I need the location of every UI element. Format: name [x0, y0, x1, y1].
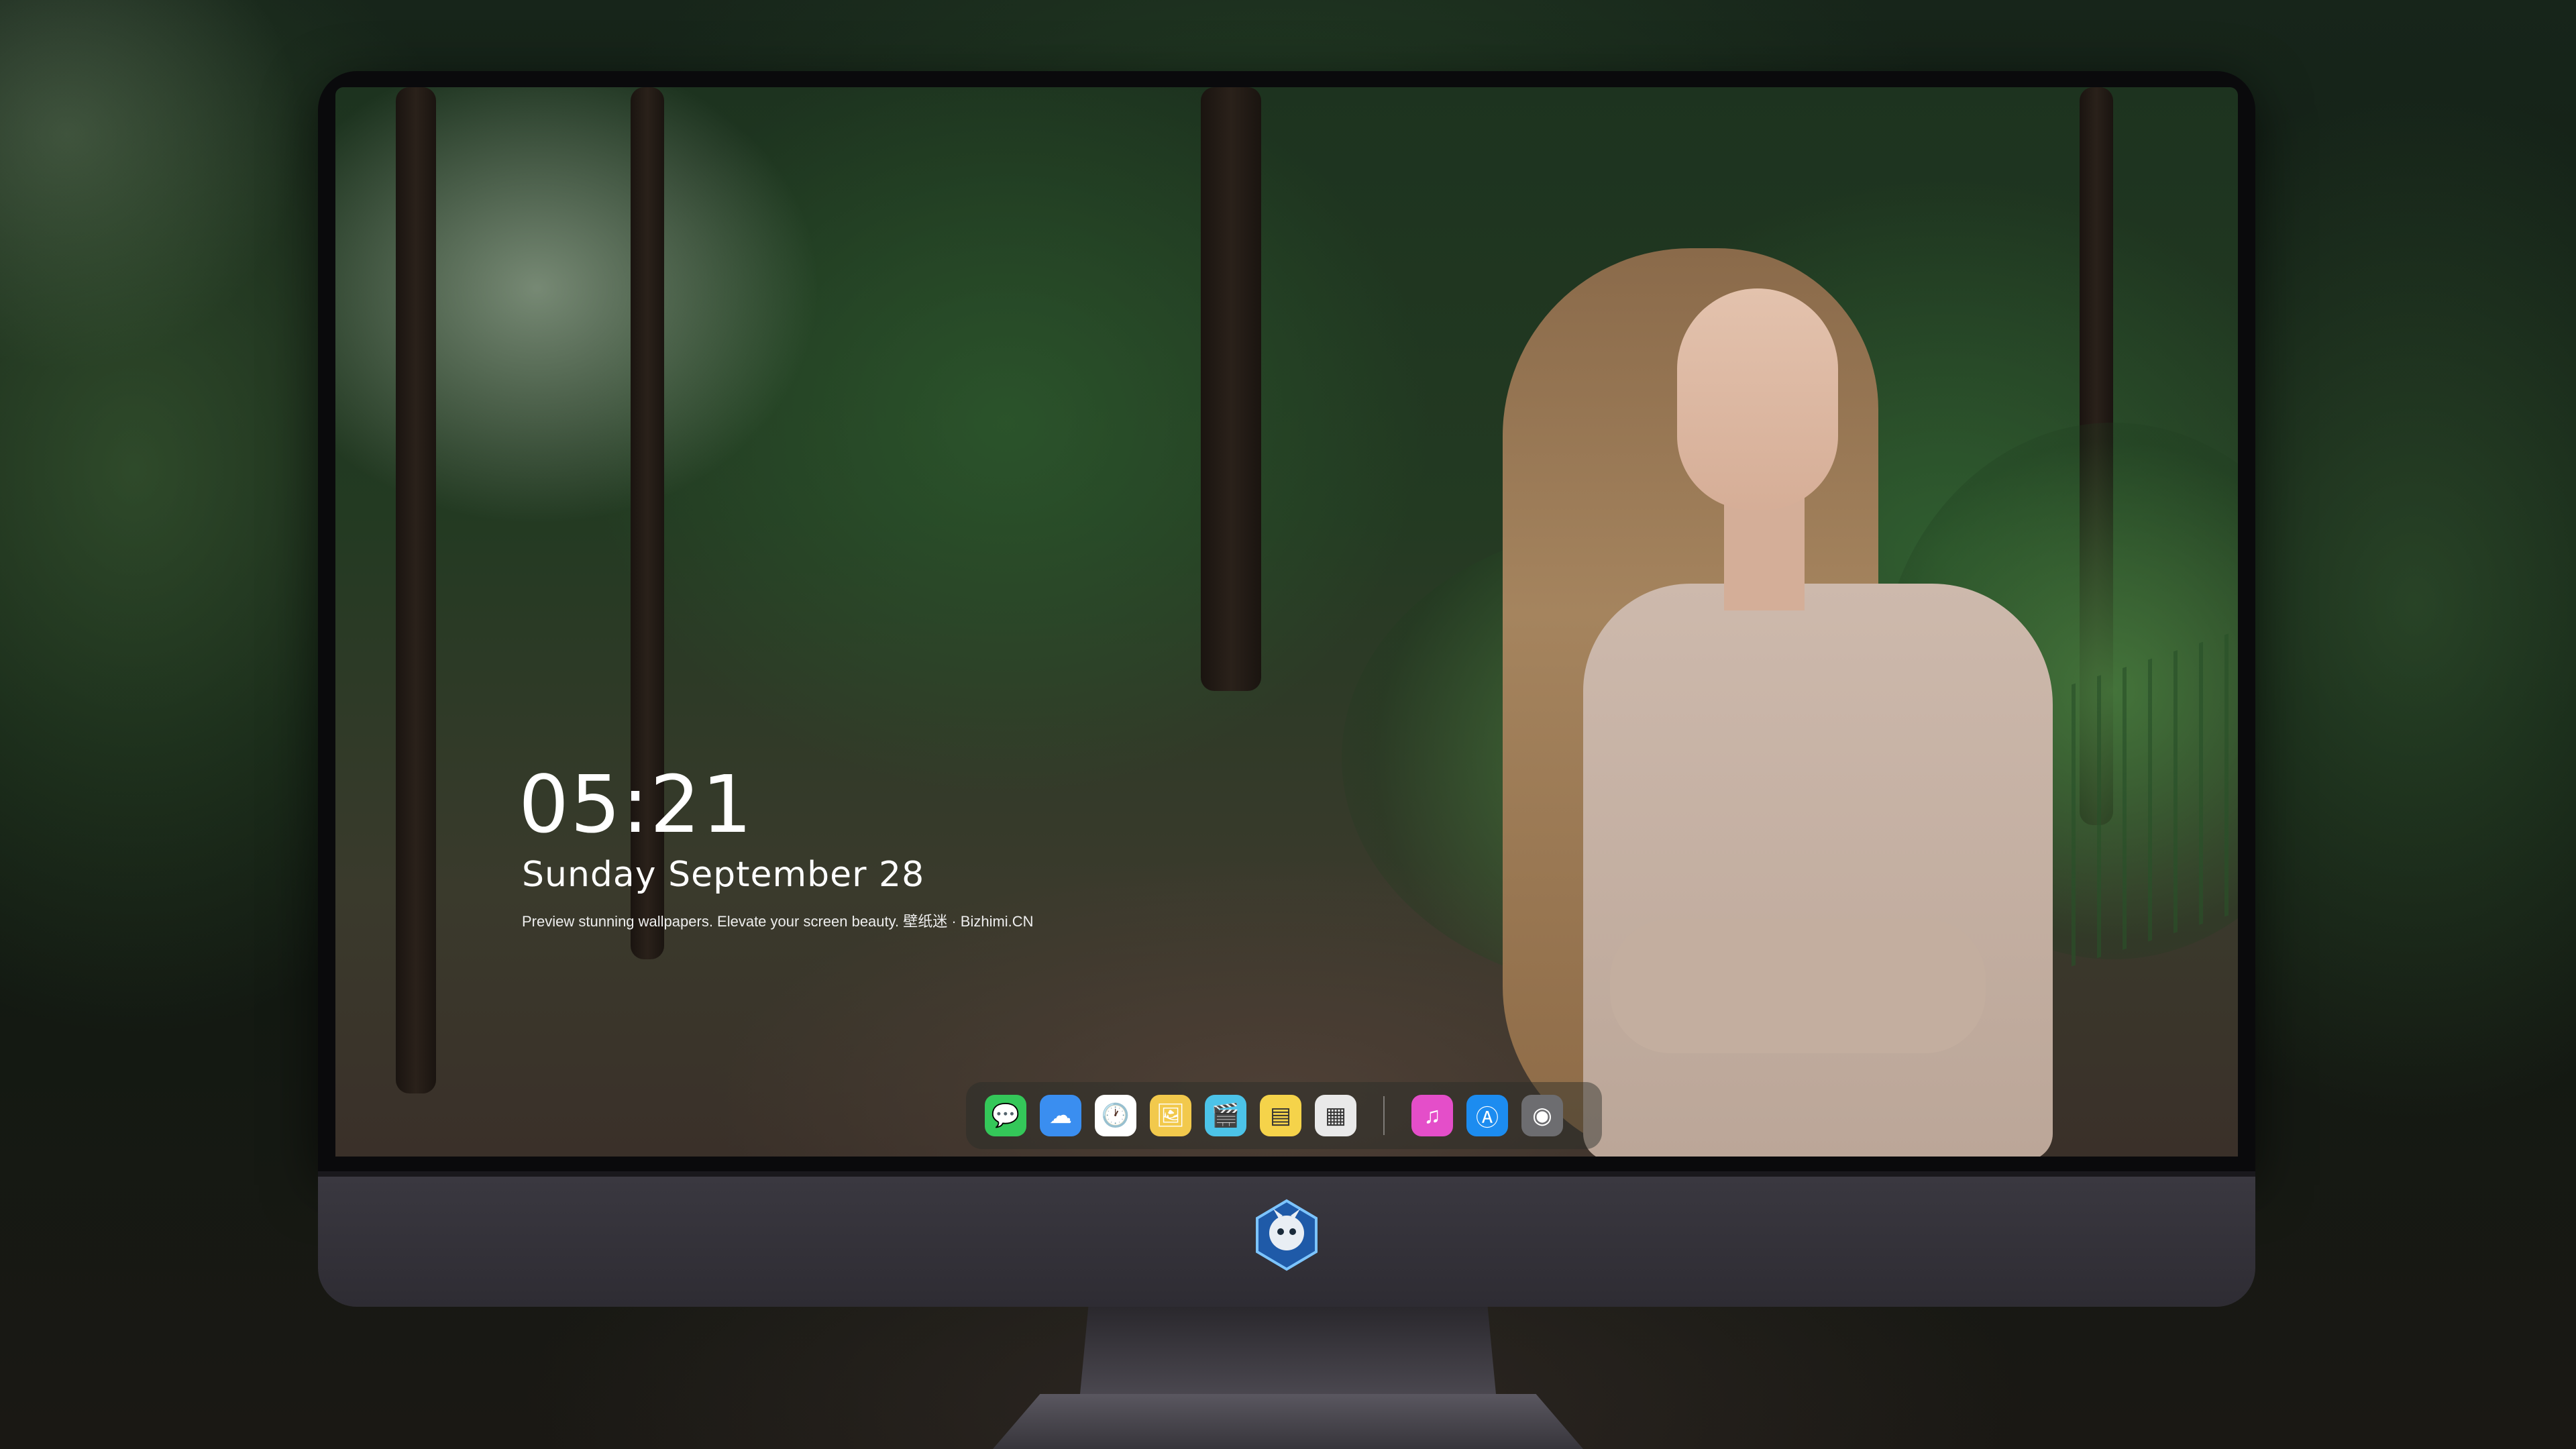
lockscreen-time: 05:21 — [519, 758, 754, 851]
person-shirt — [1583, 584, 2053, 1157]
weather-icon[interactable]: ☁ — [1040, 1095, 1081, 1136]
clock-icon[interactable]: 🕐 — [1095, 1095, 1136, 1136]
person-arms — [1610, 919, 1986, 1053]
dock: 💬 ☁ 🕐 🖼 🎬 ▤ ▦ ♫ Ⓐ ◉ — [966, 1082, 1602, 1149]
desktop-wallpaper: 05:21 Sunday September 28 Preview stunni… — [335, 87, 2238, 1157]
monitor-bezel: 05:21 Sunday September 28 Preview stunni… — [318, 71, 2255, 1171]
app-store-icon[interactable]: Ⓐ — [1466, 1095, 1508, 1136]
dock-apps: 💬 ☁ 🕐 🖼 🎬 ▤ ▦ — [985, 1095, 1356, 1136]
clips-icon[interactable]: 🎬 — [1205, 1095, 1246, 1136]
brand-logo-icon — [1256, 1199, 1318, 1271]
lockscreen-date: Sunday September 28 — [522, 855, 925, 895]
monitor-base — [993, 1394, 1583, 1449]
music-icon[interactable]: ♫ — [1411, 1095, 1453, 1136]
photos-icon[interactable]: ▦ — [1315, 1095, 1356, 1136]
dock-recent-apps: ♫ Ⓐ ◉ — [1411, 1095, 1563, 1136]
tree — [1201, 87, 1261, 691]
dock-separator — [1383, 1096, 1385, 1135]
camera-icon[interactable]: ◉ — [1521, 1095, 1563, 1136]
notes-icon[interactable]: ▤ — [1260, 1095, 1301, 1136]
monitor-stand — [1080, 1307, 1496, 1394]
person-face — [1677, 288, 1838, 510]
tree — [396, 87, 436, 1093]
monitor: 05:21 Sunday September 28 Preview stunni… — [318, 71, 2255, 1307]
messages-icon[interactable]: 💬 — [985, 1095, 1026, 1136]
wallpaper-caption: Preview stunning wallpapers. Elevate you… — [522, 913, 1034, 930]
preview-icon[interactable]: 🖼 — [1150, 1095, 1191, 1136]
